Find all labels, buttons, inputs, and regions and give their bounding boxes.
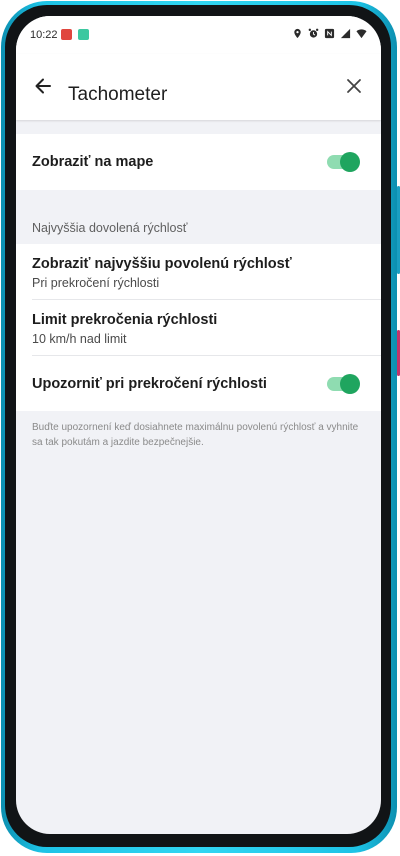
status-bar: 10:22 bbox=[16, 16, 381, 54]
nfc-icon bbox=[324, 28, 335, 39]
status-time: 10:22 bbox=[30, 29, 58, 41]
warn-speeding-label: Upozorniť pri prekročení rýchlosti bbox=[32, 376, 267, 392]
wifi-icon bbox=[356, 29, 367, 39]
close-icon bbox=[347, 79, 361, 93]
notification-app-icon-2 bbox=[78, 29, 89, 40]
screen: 10:22 Tachometer Zobraziť na mape Najvyš… bbox=[16, 16, 381, 834]
speeding-limit-value: 10 km/h nad limit bbox=[32, 332, 127, 346]
phone-device: 10:22 Tachometer Zobraziť na mape Najvyš… bbox=[0, 0, 400, 856]
section-header: Najvyššia dovolená rýchlosť bbox=[32, 221, 188, 235]
notification-app-icon bbox=[61, 29, 72, 40]
speeding-limit-row[interactable]: Limit prekročenia rýchlosti 10 km/h nad … bbox=[16, 300, 381, 355]
show-speed-limit-row[interactable]: Zobraziť najvyššiu povolenú rýchlosť Pri… bbox=[16, 244, 381, 299]
speeding-limit-label: Limit prekročenia rýchlosti bbox=[32, 312, 218, 328]
show-speed-limit-label: Zobraziť najvyššiu povolenú rýchlosť bbox=[32, 256, 292, 272]
close-button[interactable] bbox=[341, 73, 367, 99]
toggle-knob bbox=[340, 152, 360, 172]
signal-icon bbox=[340, 28, 351, 39]
alarm-icon bbox=[308, 28, 319, 38]
page-title: Tachometer bbox=[68, 84, 168, 105]
warn-speeding-row[interactable]: Upozorniť pri prekročení rýchlosti bbox=[16, 356, 381, 411]
show-on-map-toggle[interactable] bbox=[327, 152, 360, 172]
app-bar: Tachometer bbox=[16, 54, 381, 120]
toggle-knob bbox=[340, 374, 360, 394]
footnote-text: Buďte upozornení keď dosiahnete maximáln… bbox=[32, 422, 359, 448]
arrow-left-icon bbox=[35, 78, 51, 94]
status-icons bbox=[292, 28, 367, 39]
back-button[interactable] bbox=[30, 73, 56, 99]
location-icon bbox=[294, 28, 301, 39]
warn-speeding-toggle[interactable] bbox=[327, 374, 360, 394]
show-on-map-label: Zobraziť na mape bbox=[32, 154, 154, 170]
show-on-map-row[interactable]: Zobraziť na mape bbox=[16, 134, 381, 190]
speed-limit-card: Zobraziť najvyššiu povolenú rýchlosť Pri… bbox=[16, 244, 381, 411]
show-speed-limit-subtitle: Pri prekročení rýchlosti bbox=[32, 276, 160, 290]
